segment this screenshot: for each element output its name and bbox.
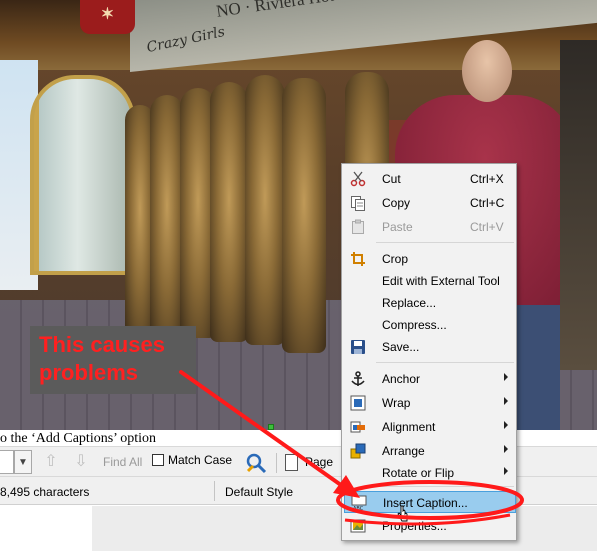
page-style-status[interactable]: Default Style bbox=[225, 485, 293, 499]
wrap-icon bbox=[350, 395, 366, 411]
menu-item-shortcut: Ctrl+V bbox=[470, 220, 504, 234]
match-case-checkbox[interactable]: Match Case bbox=[152, 453, 232, 467]
find-replace-icon[interactable] bbox=[244, 451, 268, 475]
svg-text:ABC: ABC bbox=[353, 506, 364, 511]
page-icon bbox=[285, 454, 298, 471]
callout-line-1: This causes bbox=[39, 332, 165, 357]
menu-item-insert-caption[interactable]: ABC Insert Caption... bbox=[344, 491, 516, 513]
menu-item-anchor[interactable]: Anchor bbox=[344, 368, 516, 390]
menu-item-shortcut: Ctrl+C bbox=[470, 196, 505, 210]
menu-item-label: Replace... bbox=[382, 296, 437, 310]
status-separator bbox=[214, 481, 215, 501]
mouse-pointer-icon bbox=[397, 505, 408, 522]
crop-icon bbox=[351, 252, 365, 266]
save-icon bbox=[351, 340, 365, 354]
menu-item-label: Insert Caption... bbox=[383, 496, 468, 510]
callout-line-2: problems bbox=[39, 360, 139, 385]
man-head bbox=[462, 40, 512, 102]
menu-item-label: Save... bbox=[382, 340, 420, 354]
menu-item-wrap[interactable]: Wrap bbox=[344, 392, 516, 414]
menu-item-arrange[interactable]: Arrange bbox=[344, 440, 516, 462]
submenu-arrow-icon bbox=[504, 397, 508, 405]
menu-separator bbox=[376, 486, 514, 487]
statue bbox=[150, 95, 184, 340]
context-menu: Cut Ctrl+X Copy Ctrl+C Paste Ctrl+V Crop… bbox=[341, 163, 517, 541]
find-next-button[interactable]: ⇩ bbox=[72, 453, 90, 471]
menu-item-compress[interactable]: Compress... bbox=[344, 314, 516, 336]
menu-item-label: Arrange bbox=[382, 444, 425, 458]
menu-item-label: Properties... bbox=[382, 519, 447, 533]
statue bbox=[245, 75, 285, 345]
menu-separator bbox=[376, 242, 514, 243]
menu-item-label: Copy bbox=[382, 196, 411, 210]
submenu-arrow-icon bbox=[504, 445, 508, 453]
anchor-icon bbox=[351, 371, 365, 386]
find-history-dropdown[interactable]: ▼ bbox=[14, 450, 32, 474]
document-page[interactable] bbox=[0, 506, 92, 551]
red-sign: ✶ bbox=[80, 0, 135, 34]
menu-item-shortcut: Ctrl+X bbox=[470, 172, 504, 186]
menu-item-label: Rotate or Flip bbox=[382, 466, 455, 480]
menu-item-label: Cut bbox=[382, 172, 401, 186]
menu-separator bbox=[376, 362, 514, 363]
submenu-arrow-icon bbox=[504, 373, 508, 381]
menu-item-copy[interactable]: Copy Ctrl+C bbox=[344, 192, 516, 214]
chevron-down-icon: ▼ bbox=[18, 456, 28, 468]
arrow-up-icon: ⇧ bbox=[44, 453, 58, 470]
find-input[interactable] bbox=[0, 450, 14, 474]
paste-icon bbox=[352, 219, 364, 234]
menu-item-paste[interactable]: Paste Ctrl+V bbox=[344, 216, 516, 238]
statue bbox=[210, 82, 248, 342]
menu-item-replace[interactable]: Replace... bbox=[344, 292, 516, 314]
insert-caption-icon: ABC bbox=[351, 495, 367, 511]
find-previous-button[interactable]: ⇧ bbox=[42, 453, 60, 471]
menu-item-rotate-flip[interactable]: Rotate or Flip bbox=[344, 462, 516, 484]
arrow-down-icon: ⇩ bbox=[74, 453, 88, 470]
revolving-door bbox=[30, 75, 135, 275]
background-right bbox=[560, 40, 597, 370]
word-count-status[interactable]: 8,495 characters bbox=[0, 485, 89, 499]
menu-item-label: Wrap bbox=[382, 396, 411, 410]
menu-item-label: Paste bbox=[382, 220, 413, 234]
alignment-icon bbox=[350, 421, 365, 433]
submenu-arrow-icon bbox=[504, 421, 508, 429]
copy-icon bbox=[351, 196, 365, 211]
find-all-button[interactable]: Find All bbox=[103, 455, 142, 469]
menu-item-alignment[interactable]: Alignment bbox=[344, 416, 516, 438]
menu-item-label: Alignment bbox=[382, 420, 436, 434]
properties-icon bbox=[350, 519, 366, 533]
menu-item-crop[interactable]: Crop bbox=[344, 248, 516, 270]
page-navigation-label[interactable]: Page bbox=[305, 455, 333, 469]
menu-item-label: Compress... bbox=[382, 318, 447, 332]
menu-item-properties[interactable]: Properties... bbox=[344, 515, 516, 537]
callout-box: This causes problems bbox=[30, 326, 196, 394]
menu-item-save[interactable]: Save... bbox=[344, 336, 516, 358]
submenu-arrow-icon bbox=[504, 467, 508, 475]
menu-item-label: Edit with External Tool bbox=[382, 274, 500, 288]
menu-item-label: Anchor bbox=[382, 372, 421, 386]
statue bbox=[282, 78, 326, 353]
match-case-label: Match Case bbox=[168, 453, 233, 467]
scissors-icon bbox=[350, 171, 366, 187]
toolbar-separator bbox=[276, 453, 277, 473]
menu-item-edit-external[interactable]: Edit with External Tool bbox=[344, 270, 516, 292]
menu-item-label: Crop bbox=[382, 252, 409, 266]
arrange-icon bbox=[350, 443, 366, 459]
checkbox-box[interactable] bbox=[152, 454, 164, 466]
menu-item-cut[interactable]: Cut Ctrl+X bbox=[344, 168, 516, 190]
